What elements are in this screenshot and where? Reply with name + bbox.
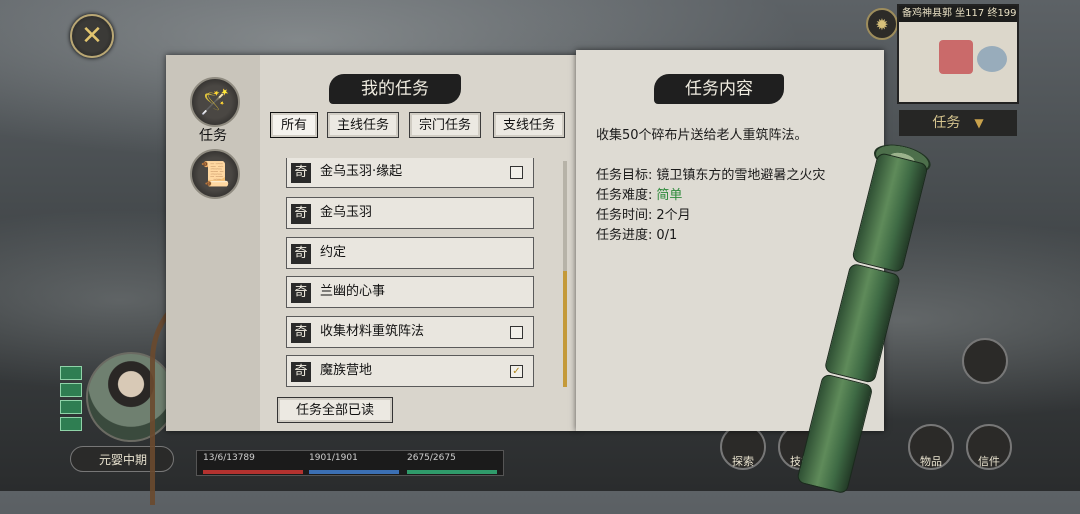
quest-tracker-label: 任务 <box>932 115 961 131</box>
quest-description: 收集50个碎布片送给老人重筑阵法。 <box>596 128 808 143</box>
quest-title: 金乌玉羽 <box>320 205 373 220</box>
companion-portrait[interactable] <box>962 338 1008 384</box>
time-label: 任务时间: <box>596 208 653 223</box>
note-paper-icon: 📜 <box>200 160 230 188</box>
buff-list <box>60 366 82 434</box>
mail-button[interactable]: 信件 <box>966 424 1012 470</box>
gear-icon: ✹ <box>875 14 889 34</box>
filter-all[interactable]: 所有 <box>270 112 318 138</box>
progress-value: 0/1 <box>656 228 678 243</box>
list-item[interactable]: 奇 魔族营地 ✓ <box>286 355 534 387</box>
sp-bar <box>407 470 497 474</box>
difficulty-label: 任务难度: <box>596 188 653 203</box>
scrollbar-thumb[interactable] <box>563 271 567 387</box>
close-icon: ✕ <box>81 21 103 51</box>
player-realm: 元婴中期 <box>99 453 148 467</box>
quest-list: 奇 金乌玉羽·缘起 奇 金乌玉羽 奇 约定 奇 兰幽的心事 奇 收集材料重筑阵法… <box>286 158 536 388</box>
buff-icon[interactable] <box>60 417 82 431</box>
quest-title: 兰幽的心事 <box>320 284 386 299</box>
goal-value: 镜卫镇东方的雪地避暑之火灾 <box>656 168 826 183</box>
items-button[interactable]: 物品 <box>908 424 954 470</box>
quest-type-badge: 奇 <box>291 323 311 343</box>
quest-checkbox[interactable] <box>510 326 523 339</box>
mp-stat: 1901/1901 <box>309 453 399 474</box>
list-item[interactable]: 奇 兰幽的心事 <box>286 276 534 308</box>
filter-side[interactable]: 支线任务 <box>493 112 565 138</box>
quest-type-badge: 奇 <box>291 362 311 382</box>
bamboo-segment <box>823 262 902 384</box>
quest-title: 收集材料重筑阵法 <box>320 324 425 339</box>
quest-type-badge: 奇 <box>291 204 311 224</box>
mail-label: 信件 <box>978 455 1000 468</box>
quest-type-badge: 奇 <box>291 163 311 183</box>
sp-stat: 2675/2675 <box>407 453 497 474</box>
quest-tracker-tab[interactable]: 任务 ▼ <box>899 110 1017 136</box>
quest-checkbox[interactable] <box>510 166 523 179</box>
mp-value: 1901/1901 <box>309 453 358 463</box>
minimap[interactable]: 备鸡神县郭 坐117 终199 <box>897 4 1019 104</box>
quest-title: 金乌玉羽·缘起 <box>320 164 403 179</box>
chevron-down-icon: ▼ <box>974 116 984 130</box>
panel-title: 我的任务 <box>329 74 461 104</box>
tab-notes[interactable]: 📜 <box>190 149 240 199</box>
explore-label: 探索 <box>732 455 754 468</box>
minimap-region <box>939 40 973 74</box>
filter-sect[interactable]: 宗门任务 <box>409 112 481 138</box>
items-label: 物品 <box>920 455 942 468</box>
quest-time: 任务时间: 2个月 <box>596 204 691 223</box>
minimap-title: 备鸡神县郭 坐117 终199 <box>899 6 1017 22</box>
quest-checkbox-checked[interactable]: ✓ <box>510 365 523 378</box>
scrollbar[interactable] <box>563 161 567 387</box>
settings-button[interactable]: ✹ <box>866 8 898 40</box>
sp-value: 2675/2675 <box>407 453 456 463</box>
time-value: 2个月 <box>656 208 691 223</box>
close-button[interactable]: ✕ <box>70 14 114 58</box>
bamboo-segment <box>796 373 874 495</box>
list-item[interactable]: 奇 金乌玉羽 <box>286 197 534 229</box>
mp-bar <box>309 470 399 474</box>
tab-quests[interactable]: 🪄 <box>190 77 240 127</box>
filter-main[interactable]: 主线任务 <box>327 112 399 138</box>
quest-progress: 任务进度: 0/1 <box>596 224 677 243</box>
buff-icon[interactable] <box>60 366 82 380</box>
mark-all-read-button[interactable]: 任务全部已读 <box>277 397 393 423</box>
list-item[interactable]: 奇 约定 <box>286 237 534 269</box>
buff-icon[interactable] <box>60 383 82 397</box>
detail-title: 任务内容 <box>654 74 784 104</box>
list-item[interactable]: 奇 金乌玉羽·缘起 <box>286 158 534 188</box>
minimap-water <box>977 46 1007 72</box>
quest-type-badge: 奇 <box>291 283 311 303</box>
difficulty-value: 简单 <box>656 188 683 203</box>
scroll-bundle-icon: 🪄 <box>200 88 230 116</box>
quest-list-panel: 🪄 任务 📜 我的任务 所有 主线任务 宗门任务 支线任务 奇 金乌玉羽·缘起 … <box>166 55 578 431</box>
bamboo-segment <box>851 151 929 274</box>
quest-title: 魔族营地 <box>320 363 373 378</box>
quest-title: 约定 <box>320 245 347 260</box>
quest-goal: 任务目标: 镜卫镇东方的雪地避暑之火灾 <box>596 164 825 183</box>
goal-label: 任务目标: <box>596 168 653 183</box>
buff-icon[interactable] <box>60 400 82 414</box>
list-item[interactable]: 奇 收集材料重筑阵法 <box>286 316 534 348</box>
progress-label: 任务进度: <box>596 228 653 243</box>
quest-type-badge: 奇 <box>291 244 311 264</box>
quest-difficulty: 任务难度: 简单 <box>596 184 682 203</box>
tab-quests-label: 任务 <box>199 128 227 144</box>
